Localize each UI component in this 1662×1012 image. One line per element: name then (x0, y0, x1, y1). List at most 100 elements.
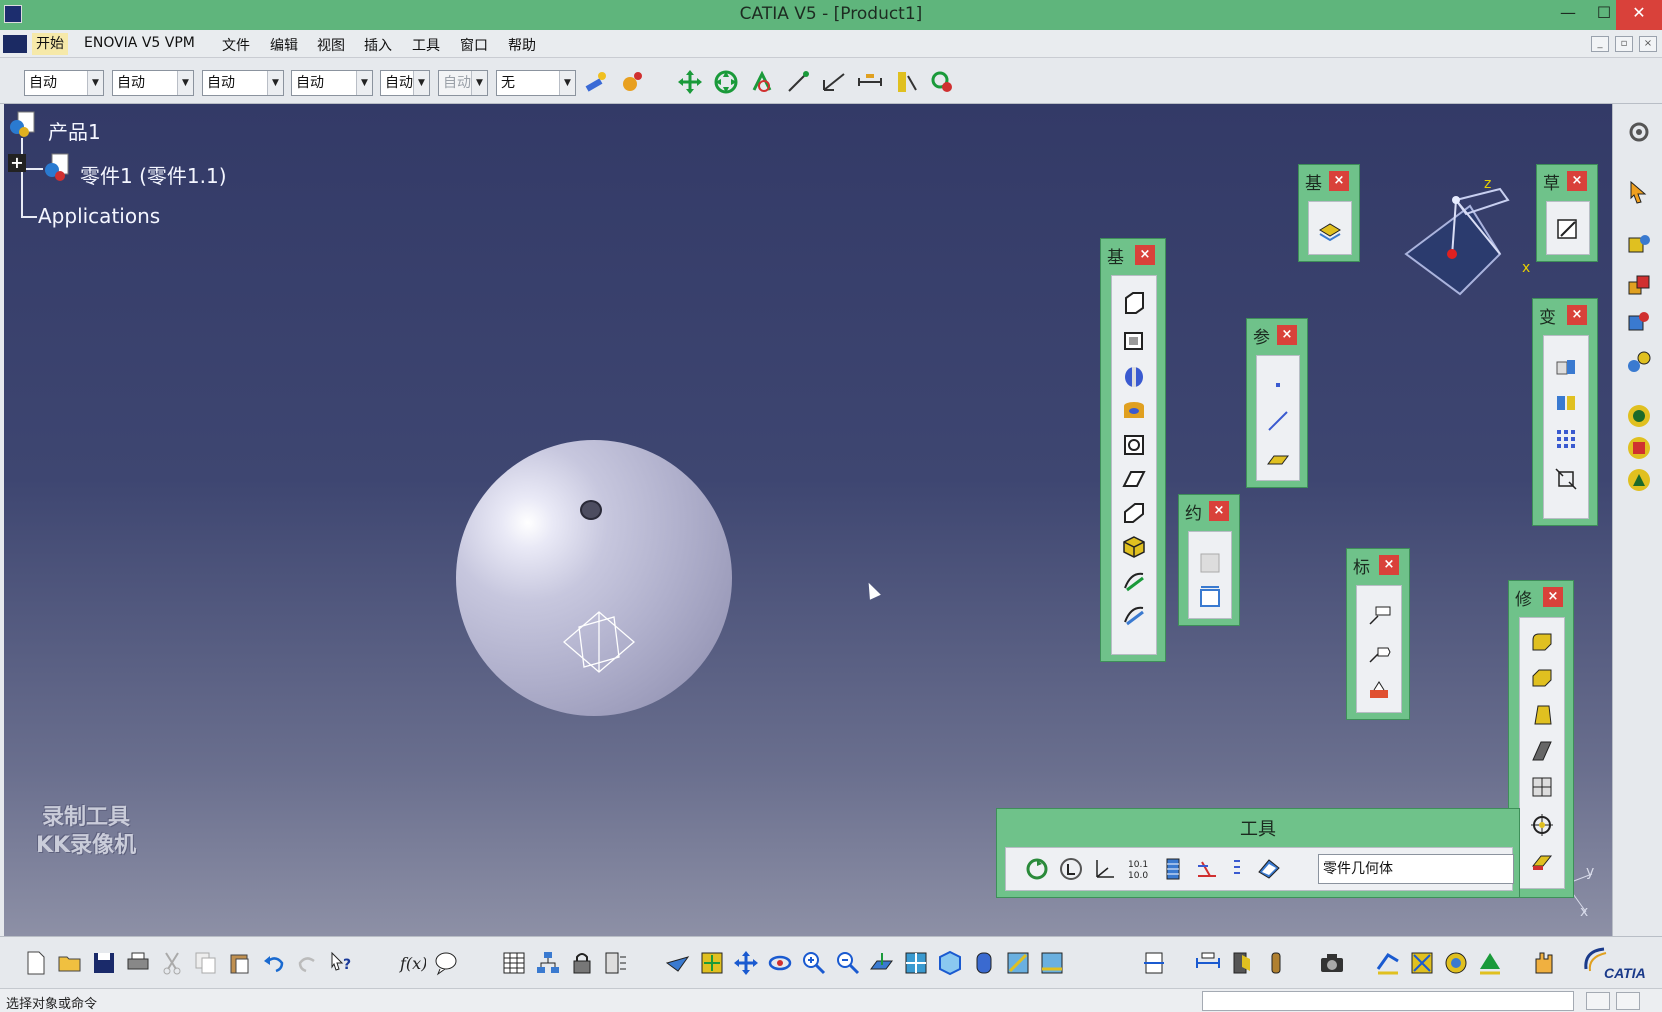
light-sources-icon[interactable] (1408, 949, 1436, 977)
multi-section-solid-icon[interactable] (1121, 568, 1147, 594)
doc-minimize-button[interactable]: _ (1591, 36, 1609, 52)
expand-plus-icon[interactable]: + (8, 154, 26, 172)
pan-icon[interactable] (732, 949, 760, 977)
knowledge-icon[interactable] (1625, 466, 1653, 494)
sketch-icon[interactable] (1555, 216, 1581, 242)
shading-icon[interactable] (970, 949, 998, 977)
layer-combo[interactable]: 无 ▼ (496, 70, 576, 96)
rib-icon[interactable] (1121, 466, 1147, 492)
translation-icon[interactable] (1553, 354, 1579, 380)
swap-visible-space-icon[interactable] (1038, 949, 1066, 977)
part-design-icon[interactable] (1625, 230, 1653, 258)
thread-icon[interactable] (1529, 812, 1555, 838)
tools-toolbar[interactable]: 工具 10.1 10.0 零件几何体 (996, 808, 1520, 898)
line-icon[interactable] (1265, 408, 1291, 434)
normal-view-icon[interactable] (868, 949, 896, 977)
thickness-icon[interactable] (1529, 774, 1555, 800)
linetype-combo[interactable]: 自动 ▼ (202, 70, 284, 96)
save-icon[interactable] (90, 949, 118, 977)
shaft-icon[interactable] (1121, 364, 1147, 390)
3d-annotation-icon[interactable] (1366, 676, 1392, 702)
measure-inertia-icon[interactable] (892, 68, 920, 96)
measure-distance-icon[interactable] (856, 68, 884, 96)
sketcher-toolbar[interactable]: 草 × (1536, 164, 1598, 262)
current-body-field[interactable]: 零件几何体 (1318, 854, 1514, 884)
pan-move-icon[interactable] (676, 68, 704, 96)
distance-analysis-icon[interactable] (1194, 949, 1222, 977)
mirror-icon[interactable] (1553, 390, 1579, 416)
hand-icon[interactable] (1530, 949, 1558, 977)
stiffener-icon[interactable] (1121, 534, 1147, 560)
constraints-toolbar[interactable]: 约 × (1178, 494, 1240, 626)
pocket-icon[interactable] (1121, 328, 1147, 354)
kinematics-icon[interactable] (1625, 348, 1653, 376)
panel-close-button[interactable]: × (1543, 587, 1563, 607)
snap-icon[interactable] (748, 68, 776, 96)
annotations-toolbar[interactable]: 标 × (1346, 548, 1410, 720)
formula-fx-icon[interactable]: f(x) (398, 949, 426, 977)
menu-tools[interactable]: 工具 (412, 35, 440, 55)
print-icon[interactable] (124, 949, 152, 977)
whats-this-icon[interactable]: ? (328, 949, 356, 977)
transparency-combo[interactable]: 自动 ▼ (112, 70, 194, 96)
publication-icon[interactable] (1625, 434, 1653, 462)
tree-part-node[interactable]: 零件1 (零件1.1) (80, 160, 227, 189)
text-with-leader-icon[interactable] (1366, 602, 1392, 628)
measure-between-icon[interactable] (784, 68, 812, 96)
scaling-icon[interactable] (1553, 466, 1579, 492)
removed-multi-section-icon[interactable] (1121, 602, 1147, 628)
list-icon[interactable] (1224, 856, 1250, 882)
hole-icon[interactable] (1121, 398, 1147, 424)
open-folder-icon[interactable] (56, 949, 84, 977)
color-combo[interactable]: 自动 ▼ (24, 70, 104, 96)
catalog-browser-icon[interactable] (1625, 402, 1653, 430)
product-icon[interactable] (8, 110, 38, 140)
zoom-out-icon[interactable] (834, 949, 862, 977)
cut-icon[interactable] (158, 949, 186, 977)
part-icon[interactable] (42, 152, 72, 182)
rotate-icon[interactable] (766, 949, 794, 977)
work-object-icon[interactable] (1194, 856, 1220, 882)
comment-icon[interactable] (432, 949, 460, 977)
remove-face-icon[interactable] (1529, 848, 1555, 874)
panel-close-button[interactable]: × (1135, 245, 1155, 265)
panel-close-button[interactable]: × (1277, 325, 1297, 345)
flag-note-icon[interactable] (1366, 640, 1392, 666)
close-button[interactable]: ✕ (1616, 0, 1662, 30)
graph-tree-icon[interactable] (534, 949, 562, 977)
menu-window[interactable]: 窗口 (460, 35, 488, 55)
reference-elements-toolbar[interactable]: 参 × (1246, 318, 1308, 488)
undo-icon[interactable] (260, 949, 288, 977)
sphere-hole-feature[interactable] (580, 500, 602, 520)
define-in-work-object-icon[interactable] (1256, 856, 1282, 882)
render-style-icon[interactable] (1476, 949, 1504, 977)
hide-show-icon[interactable] (1004, 949, 1032, 977)
edge-fillet-icon[interactable] (1529, 630, 1555, 656)
doc-close-button[interactable]: × (1639, 36, 1657, 52)
lock-icon[interactable] (568, 949, 596, 977)
axis-system-tool-icon[interactable] (1092, 856, 1118, 882)
gear-icon[interactable] (1625, 118, 1653, 146)
scan-icon[interactable] (1140, 949, 1168, 977)
shell-icon[interactable] (1529, 738, 1555, 764)
update-icon[interactable] (1024, 856, 1050, 882)
plane-icon[interactable] (1265, 444, 1291, 470)
rectangular-pattern-icon[interactable] (1553, 426, 1579, 452)
chamfer-icon[interactable] (1529, 666, 1555, 692)
groove-icon[interactable] (1121, 432, 1147, 458)
slot-icon[interactable] (1121, 500, 1147, 526)
menu-view[interactable]: 视图 (317, 35, 345, 55)
tree-applications-node[interactable]: Applications (38, 204, 160, 228)
fly-mode-icon[interactable] (664, 949, 692, 977)
analysis-icon[interactable] (1625, 308, 1653, 336)
constraint-dialog-icon[interactable] (1197, 550, 1223, 576)
panel-close-button[interactable]: × (1209, 501, 1229, 521)
status-button[interactable] (1616, 992, 1640, 1010)
transformation-features-toolbar[interactable]: 变 × (1532, 298, 1598, 526)
point-symbol-combo[interactable]: 自动 ▼ (380, 70, 430, 96)
fit-all-icon[interactable] (698, 949, 726, 977)
iso-view-icon[interactable] (936, 949, 964, 977)
paste-icon[interactable] (226, 949, 254, 977)
painter-icon[interactable] (582, 68, 610, 96)
zoom-in-icon[interactable] (800, 949, 828, 977)
